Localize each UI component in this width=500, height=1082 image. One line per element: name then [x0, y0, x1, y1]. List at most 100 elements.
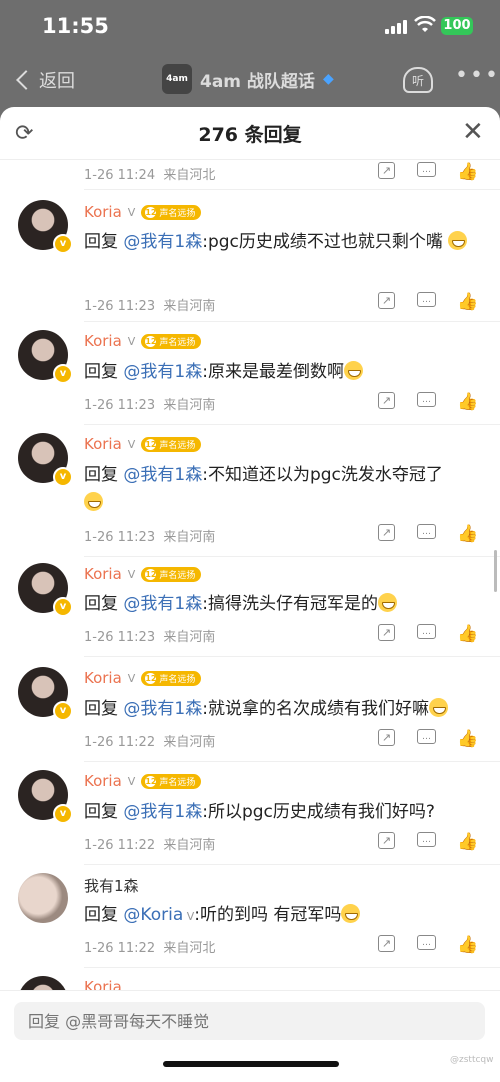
grin-emoji-icon — [84, 492, 103, 511]
topic-header[interactable]: 4am 4am 战队超话 ◆ — [162, 64, 334, 94]
comment-meta: 1-26 11:22 来自河北 — [84, 941, 216, 956]
comment-author[interactable]: 我有1森 — [84, 875, 139, 896]
like-icon[interactable]: 👍 — [457, 624, 478, 644]
divider — [84, 864, 500, 865]
verified-badge-icon: v — [53, 597, 73, 617]
comment-text: 回复 @我有1森:就说拿的名次成绩有我们好嘛 — [84, 695, 484, 723]
comment-author[interactable]: Koria — [84, 772, 122, 790]
comment-author[interactable]: Koria — [84, 669, 122, 687]
mention-link[interactable]: @我有1森 — [123, 362, 202, 382]
comment-icon[interactable]: … — [417, 162, 436, 177]
comment-text: 回复 @我有1森:不知道还以为pgc洗发水夺冠了 — [84, 461, 484, 517]
comment-text: 回复 @我有1森:原来是最差倒数啊 — [84, 358, 484, 386]
divider — [84, 656, 500, 657]
mention-link[interactable]: @我有1森 — [123, 594, 202, 614]
verified-badge-icon: v — [53, 804, 73, 824]
wifi-icon — [414, 15, 436, 38]
comment-text: 回复 @Koria V:听的到吗 有冠军吗 — [84, 901, 484, 931]
replies-sheet: ⟳ 276 条回复 ✕ 1-26 11:24 来自河北 ↗ … 👍 v Kori… — [0, 107, 500, 1082]
comment-icon[interactable]: … — [417, 832, 436, 847]
comment-icon[interactable]: … — [417, 524, 436, 539]
share-icon[interactable]: ↗ — [378, 292, 395, 309]
home-indicator[interactable] — [163, 1061, 339, 1067]
comment-author[interactable]: Koria — [84, 203, 122, 221]
avatar[interactable] — [18, 976, 68, 990]
mention-link[interactable]: @我有1森 — [123, 699, 202, 719]
comment-icon[interactable]: … — [417, 729, 436, 744]
comment-meta: 1-26 11:24 来自河北 — [84, 164, 215, 183]
more-button[interactable]: ••• — [455, 63, 500, 88]
mention-link[interactable]: @我有1森 — [123, 802, 202, 822]
like-icon[interactable]: 👍 — [457, 292, 478, 312]
comment-icon[interactable]: … — [417, 935, 436, 950]
comment-meta: 1-26 11:22 来自河南 — [84, 838, 216, 853]
comment-time: 1-26 11:24 — [84, 168, 156, 183]
share-icon[interactable]: ↗ — [378, 162, 395, 179]
mention-link[interactable]: @我有1森 — [123, 232, 202, 252]
close-icon[interactable]: ✕ — [462, 117, 484, 147]
divider — [84, 424, 500, 425]
comment-list: 1-26 11:24 来自河北 ↗ … 👍 v Koria V 12 声名远扬 回… — [0, 160, 500, 990]
like-icon[interactable]: 👍 — [457, 524, 478, 544]
back-label: 返回 — [39, 71, 75, 92]
like-icon[interactable]: 👍 — [457, 162, 478, 182]
verified-badge-icon: v — [53, 467, 73, 487]
divider — [84, 967, 500, 968]
level-badge: 12 声名远扬 — [141, 773, 202, 789]
status-bar: 11:55 100 — [0, 0, 500, 55]
level-badge: 12 声名远扬 — [141, 333, 202, 349]
comment-author[interactable]: Koria — [84, 435, 122, 453]
comment-author[interactable]: Koria — [84, 332, 122, 350]
signal-icon — [385, 20, 409, 34]
like-icon[interactable]: 👍 — [457, 729, 478, 749]
level-badge: 12 声名远扬 — [141, 204, 202, 220]
level-badge: 12 声名远扬 — [141, 566, 202, 582]
level-badge: 12 声名远扬 — [141, 670, 202, 686]
vip-icon: V — [127, 774, 136, 788]
mention-link[interactable]: @我有1森 — [123, 465, 202, 485]
like-icon[interactable]: 👍 — [457, 935, 478, 955]
sheet-title: 276 条回复 — [198, 124, 302, 146]
vip-icon: V — [127, 567, 136, 581]
vip-icon: V — [127, 671, 136, 685]
share-icon[interactable]: ↗ — [378, 935, 395, 952]
reply-input[interactable] — [14, 1002, 485, 1040]
comment-text: 回复 @我有1森:搞得洗头仔有冠军是的 — [84, 590, 484, 618]
share-icon[interactable]: ↗ — [378, 524, 395, 541]
divider — [84, 556, 500, 557]
comment-icon[interactable]: … — [417, 392, 436, 407]
comment-meta: 1-26 11:22 来自河南 — [84, 735, 216, 750]
reply-bar: @zsttcqw — [0, 990, 500, 1082]
like-icon[interactable]: 👍 — [457, 392, 478, 412]
verified-badge-icon: v — [53, 701, 73, 721]
comment-author[interactable]: Koria — [84, 565, 122, 583]
topic-title: 4am 战队超话 — [200, 71, 315, 92]
vip-icon: V — [183, 910, 195, 923]
divider — [84, 189, 500, 190]
mention-link[interactable]: @Koria — [123, 905, 183, 925]
comment-meta: 1-26 11:23 来自河南 — [84, 530, 216, 545]
verified-badge-icon: v — [53, 234, 73, 254]
comment-meta: 1-26 11:23 来自河南 — [84, 299, 216, 314]
divider — [84, 321, 500, 322]
listen-button[interactable]: 听 — [403, 67, 433, 93]
share-icon[interactable]: ↗ — [378, 729, 395, 746]
vip-icon: V — [127, 437, 136, 451]
grin-emoji-icon — [343, 361, 363, 380]
avatar[interactable] — [18, 873, 68, 923]
comment-text: 回复 @我有1森:pgc历史成绩不过也就只剩个嘴 — [84, 228, 484, 256]
battery-indicator: 100 — [441, 17, 473, 35]
share-icon[interactable]: ↗ — [378, 832, 395, 849]
scrollbar[interactable] — [494, 550, 497, 592]
vip-icon: V — [127, 205, 136, 219]
comment-icon[interactable]: … — [417, 624, 436, 639]
comment-icon[interactable]: … — [417, 292, 436, 307]
nav-bar: 返回 4am 4am 战队超话 ◆ 听 ••• — [0, 55, 500, 105]
back-button[interactable]: 返回 — [14, 67, 75, 93]
like-icon[interactable]: 👍 — [457, 832, 478, 852]
comment-author[interactable]: Koria — [84, 978, 122, 990]
diamond-icon: ◆ — [322, 71, 334, 87]
thinking-emoji-icon — [341, 904, 361, 923]
share-icon[interactable]: ↗ — [378, 392, 395, 409]
share-icon[interactable]: ↗ — [378, 624, 395, 641]
